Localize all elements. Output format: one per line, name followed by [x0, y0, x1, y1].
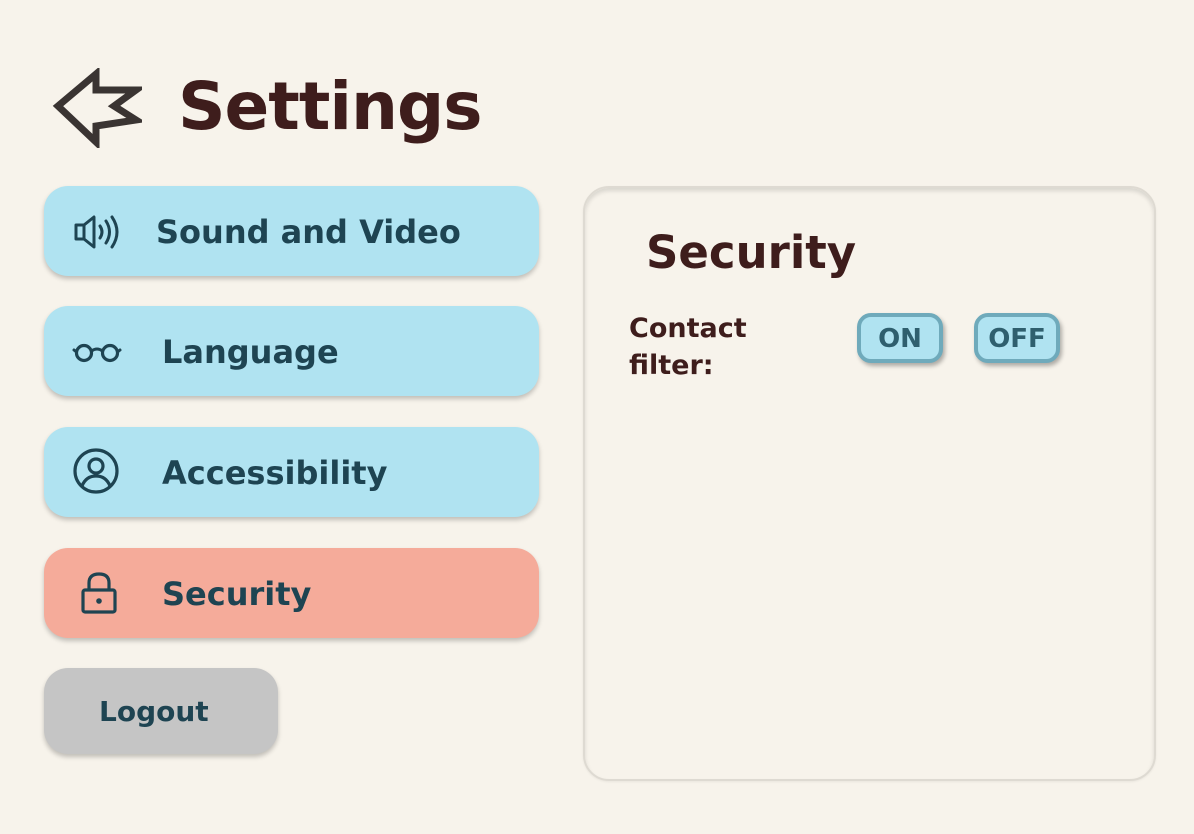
user-circle-icon — [73, 448, 119, 494]
lock-icon — [81, 572, 117, 614]
settings-panel: Security Contact filter: ON OFF — [583, 186, 1156, 781]
contact-filter-on-button[interactable]: ON — [857, 313, 943, 363]
logout-button[interactable]: Logout — [44, 668, 278, 754]
speaker-icon — [74, 215, 119, 249]
sidebar-item-sound-and-video[interactable]: Sound and Video — [44, 186, 539, 276]
back-arrow-icon[interactable] — [52, 68, 142, 148]
page-title: Settings — [178, 68, 483, 145]
sidebar-item-label: Sound and Video — [156, 213, 461, 251]
logout-label: Logout — [99, 695, 209, 728]
glasses-icon — [72, 343, 122, 363]
sidebar-item-label: Accessibility — [162, 454, 388, 492]
sidebar-item-accessibility[interactable]: Accessibility — [44, 427, 539, 517]
sidebar-item-label: Security — [162, 575, 312, 613]
sidebar-item-label: Language — [162, 333, 339, 371]
contact-filter-off-button[interactable]: OFF — [974, 313, 1060, 363]
sidebar-item-security[interactable]: Security — [44, 548, 539, 638]
sidebar-item-language[interactable]: Language — [44, 306, 539, 396]
panel-title: Security — [646, 226, 857, 279]
contact-filter-label: Contact filter: — [629, 313, 747, 381]
